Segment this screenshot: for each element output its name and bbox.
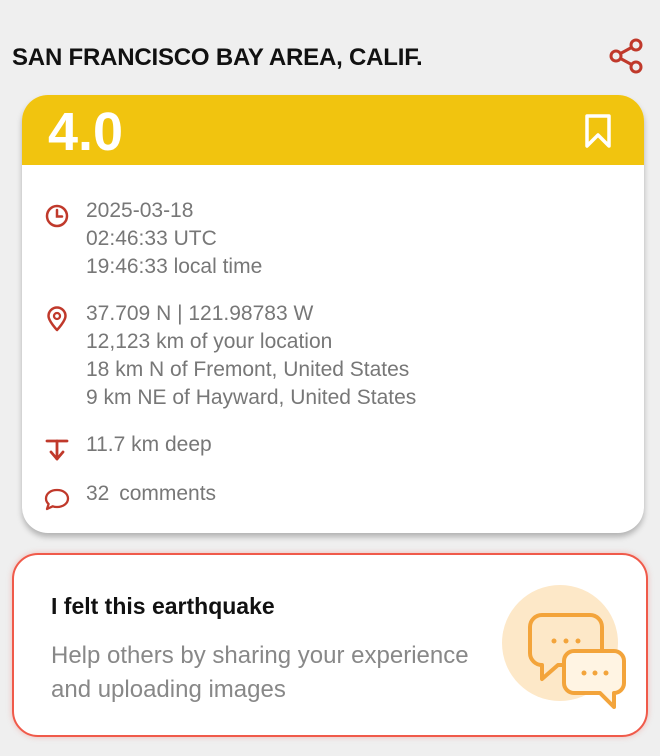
event-date: 2025-03-18 [86,199,194,222]
location-text: 37.709 N | 121.98783 W 12,123 km of your… [86,300,416,412]
magnitude-header: 4.0 [22,95,644,165]
felt-subtitle: Help others by sharing your experience a… [51,642,469,703]
time-text: 2025-03-18 02:46:33 UTC 19:46:33 local t… [86,197,262,281]
page-title: SAN FRANCISCO BAY AREA, CALIF. [12,44,423,71]
share-icon[interactable] [606,36,646,76]
magnitude-value: 4.0 [48,102,124,162]
distance-from-user: 12,123 km of your location [86,330,333,353]
comment-icon [44,488,70,511]
nearby-place-2: 9 km NE of Hayward, United States [86,386,417,409]
depth-icon [45,439,69,461]
chat-bubbles-icon [502,585,626,709]
page-header: SAN FRANCISCO BAY AREA, CALIF. [12,38,652,80]
bookmark-icon[interactable] [580,113,616,149]
depth-text: 11.7 km deep [86,433,212,456]
event-local-time: 19:46:33 local time [86,255,263,278]
comments-label: comments [119,482,217,505]
coordinates: 37.709 N | 121.98783 W [86,302,314,325]
felt-earthquake-button[interactable]: I felt this earthquake Help others by sh… [12,553,648,737]
earthquake-card: 4.0 2025-03-18 02:46:33 UTC 19:46:33 loc… [22,95,644,533]
clock-icon [45,204,69,228]
comments-count: 32 [86,482,110,505]
nearby-place-1: 18 km N of Fremont, United States [86,358,410,381]
location-pin-icon [47,306,67,332]
event-utc-time: 02:46:33 UTC [86,227,217,250]
comments-text: 32 comments [86,480,216,508]
felt-title: I felt this earthquake [51,593,275,619]
